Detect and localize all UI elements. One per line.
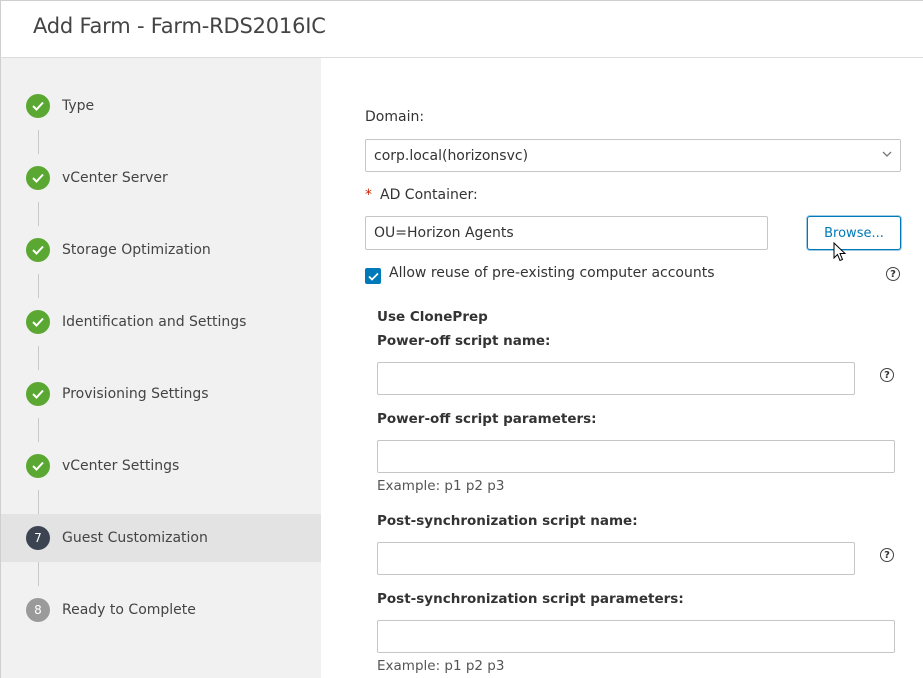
domain-select[interactable]: corp.local(horizonsvc)	[365, 139, 901, 172]
checkmark-icon	[26, 310, 50, 334]
ad-container-label: AD Container:	[380, 187, 478, 203]
step-connector	[38, 490, 39, 514]
cloneprep-heading: Use ClonePrep	[377, 309, 488, 325]
step-provisioning-settings[interactable]: Provisioning Settings	[1, 370, 321, 418]
step-number-badge: 8	[26, 598, 50, 622]
page-title: Add Farm - Farm-RDS2016IC	[33, 14, 326, 38]
step-connector	[38, 274, 39, 298]
postsync-script-name-input[interactable]	[377, 542, 855, 575]
step-label: Identification and Settings	[62, 314, 247, 330]
postsync-script-params-input[interactable]	[377, 620, 895, 653]
allow-reuse-checkbox[interactable]	[365, 268, 381, 284]
poweroff-script-params-label: Power-off script parameters:	[377, 411, 597, 427]
postsync-script-name-label: Post-synchronization script name:	[377, 513, 638, 529]
poweroff-params-hint: Example: p1 p2 p3	[377, 478, 505, 494]
step-number-badge: 7	[26, 526, 50, 550]
step-type[interactable]: Type	[1, 82, 321, 130]
help-icon[interactable]: ?	[880, 368, 894, 382]
checkmark-icon	[26, 166, 50, 190]
step-connector	[38, 562, 39, 586]
step-label: vCenter Settings	[62, 458, 180, 474]
checkmark-icon	[26, 382, 50, 406]
step-label: Storage Optimization	[62, 242, 211, 258]
step-vcenter-server[interactable]: vCenter Server	[1, 154, 321, 202]
step-connector	[38, 346, 39, 370]
poweroff-script-name-label: Power-off script name:	[377, 333, 551, 349]
domain-label: Domain:	[365, 109, 425, 125]
step-ready-to-complete[interactable]: 8 Ready to Complete	[1, 586, 321, 634]
step-identification-settings[interactable]: Identification and Settings	[1, 298, 321, 346]
step-storage-optimization[interactable]: Storage Optimization	[1, 226, 321, 274]
domain-select-value: corp.local(horizonsvc)	[374, 148, 529, 164]
wizard-steps-sidebar: Type vCenter Server Storage Optimization…	[0, 58, 321, 678]
step-vcenter-settings[interactable]: vCenter Settings	[1, 442, 321, 490]
checkmark-icon	[26, 238, 50, 262]
step-label: Ready to Complete	[62, 602, 196, 618]
postsync-script-params-label: Post-synchronization script parameters:	[377, 591, 684, 607]
page-header: Add Farm - Farm-RDS2016IC	[0, 0, 923, 58]
help-icon[interactable]: ?	[886, 267, 900, 281]
step-label: Type	[62, 98, 95, 114]
poweroff-script-params-input[interactable]	[377, 440, 895, 473]
ad-container-label-row: * AD Container:	[365, 187, 478, 203]
help-icon[interactable]: ?	[880, 548, 894, 562]
step-connector	[38, 130, 39, 154]
step-connector	[38, 418, 39, 442]
poweroff-script-name-input[interactable]	[377, 362, 855, 395]
required-marker: *	[365, 187, 372, 203]
postsync-params-hint: Example: p1 p2 p3	[377, 658, 505, 674]
browse-button[interactable]: Browse...	[807, 216, 901, 250]
mouse-pointer-icon	[833, 241, 847, 266]
step-label: vCenter Server	[62, 170, 168, 186]
step-label: Guest Customization	[62, 530, 208, 546]
step-label: Provisioning Settings	[62, 386, 209, 402]
step-guest-customization[interactable]: 7 Guest Customization	[1, 514, 321, 562]
allow-reuse-label: Allow reuse of pre-existing computer acc…	[389, 265, 715, 281]
chevron-down-icon	[882, 146, 892, 165]
step-connector	[38, 202, 39, 226]
guest-customization-form: Domain: corp.local(horizonsvc) * AD Conta…	[321, 58, 923, 678]
ad-container-input[interactable]	[365, 216, 768, 250]
checkmark-icon	[26, 454, 50, 478]
checkmark-icon	[26, 94, 50, 118]
